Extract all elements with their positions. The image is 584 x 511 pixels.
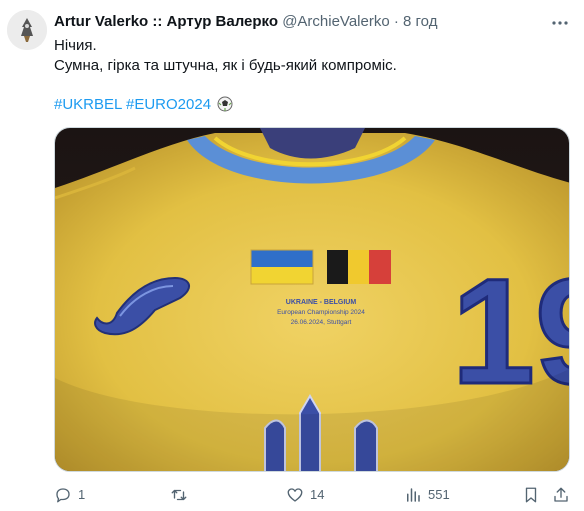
reply-count: 1 bbox=[78, 487, 86, 502]
bookmark-button[interactable] bbox=[522, 484, 540, 506]
share-icon bbox=[554, 487, 568, 502]
reply-button[interactable]: 1 bbox=[54, 484, 85, 506]
author-name[interactable]: Artur Valerko :: Артур Валерко bbox=[54, 13, 278, 30]
like-count: 14 bbox=[310, 487, 325, 502]
views-button[interactable]: 551 bbox=[404, 484, 450, 506]
more-icon bbox=[552, 21, 568, 25]
jersey-date-text: 26.06.2024, Stuttgart bbox=[291, 319, 352, 326]
avatar-image bbox=[7, 10, 47, 50]
action-bar: 1 14 551 bbox=[54, 484, 570, 506]
tweet-image[interactable]: UKRAINE - BELGIUM European Championship … bbox=[54, 127, 570, 472]
more-button[interactable] bbox=[550, 13, 570, 33]
jersey-photo: UKRAINE - BELGIUM European Championship … bbox=[55, 128, 569, 471]
separator: · bbox=[393, 13, 399, 30]
like-button[interactable]: 14 bbox=[286, 484, 324, 506]
views-icon bbox=[407, 488, 420, 502]
hashtag-ukrbel[interactable]: #UKRBEL bbox=[54, 96, 122, 113]
reply-icon bbox=[56, 488, 70, 503]
like-icon bbox=[287, 488, 303, 502]
avatar[interactable] bbox=[7, 10, 47, 50]
retweet-button[interactable] bbox=[170, 484, 194, 506]
tweet-header: Artur Valerko :: Артур Валерко @ArchieVa… bbox=[54, 12, 544, 32]
bookmark-icon bbox=[525, 487, 537, 503]
post-time[interactable]: 8 год bbox=[403, 13, 437, 30]
views-count: 551 bbox=[428, 487, 450, 502]
hashtag-euro2024[interactable]: #EURO2024 bbox=[126, 96, 211, 113]
hashtags: #UKRBEL #EURO2024 bbox=[54, 95, 233, 115]
tweet-text: Нічия. Сумна, гірка та штучна, як і будь… bbox=[54, 36, 569, 76]
jersey-event-text: European Championship 2024 bbox=[277, 309, 365, 316]
retweet-icon bbox=[171, 489, 187, 501]
share-button[interactable] bbox=[552, 484, 570, 506]
tweet-card[interactable]: Artur Valerko :: Артур Валерко @ArchieVa… bbox=[0, 0, 584, 511]
author-handle[interactable]: @ArchieValerko bbox=[282, 13, 390, 30]
tweet-line-1: Нічия. bbox=[54, 37, 97, 54]
jersey-match-text: UKRAINE - BELGIUM bbox=[286, 299, 357, 306]
football-icon bbox=[217, 96, 233, 112]
tweet-line-2: Сумна, гірка та штучна, як і будь-який к… bbox=[54, 57, 397, 74]
